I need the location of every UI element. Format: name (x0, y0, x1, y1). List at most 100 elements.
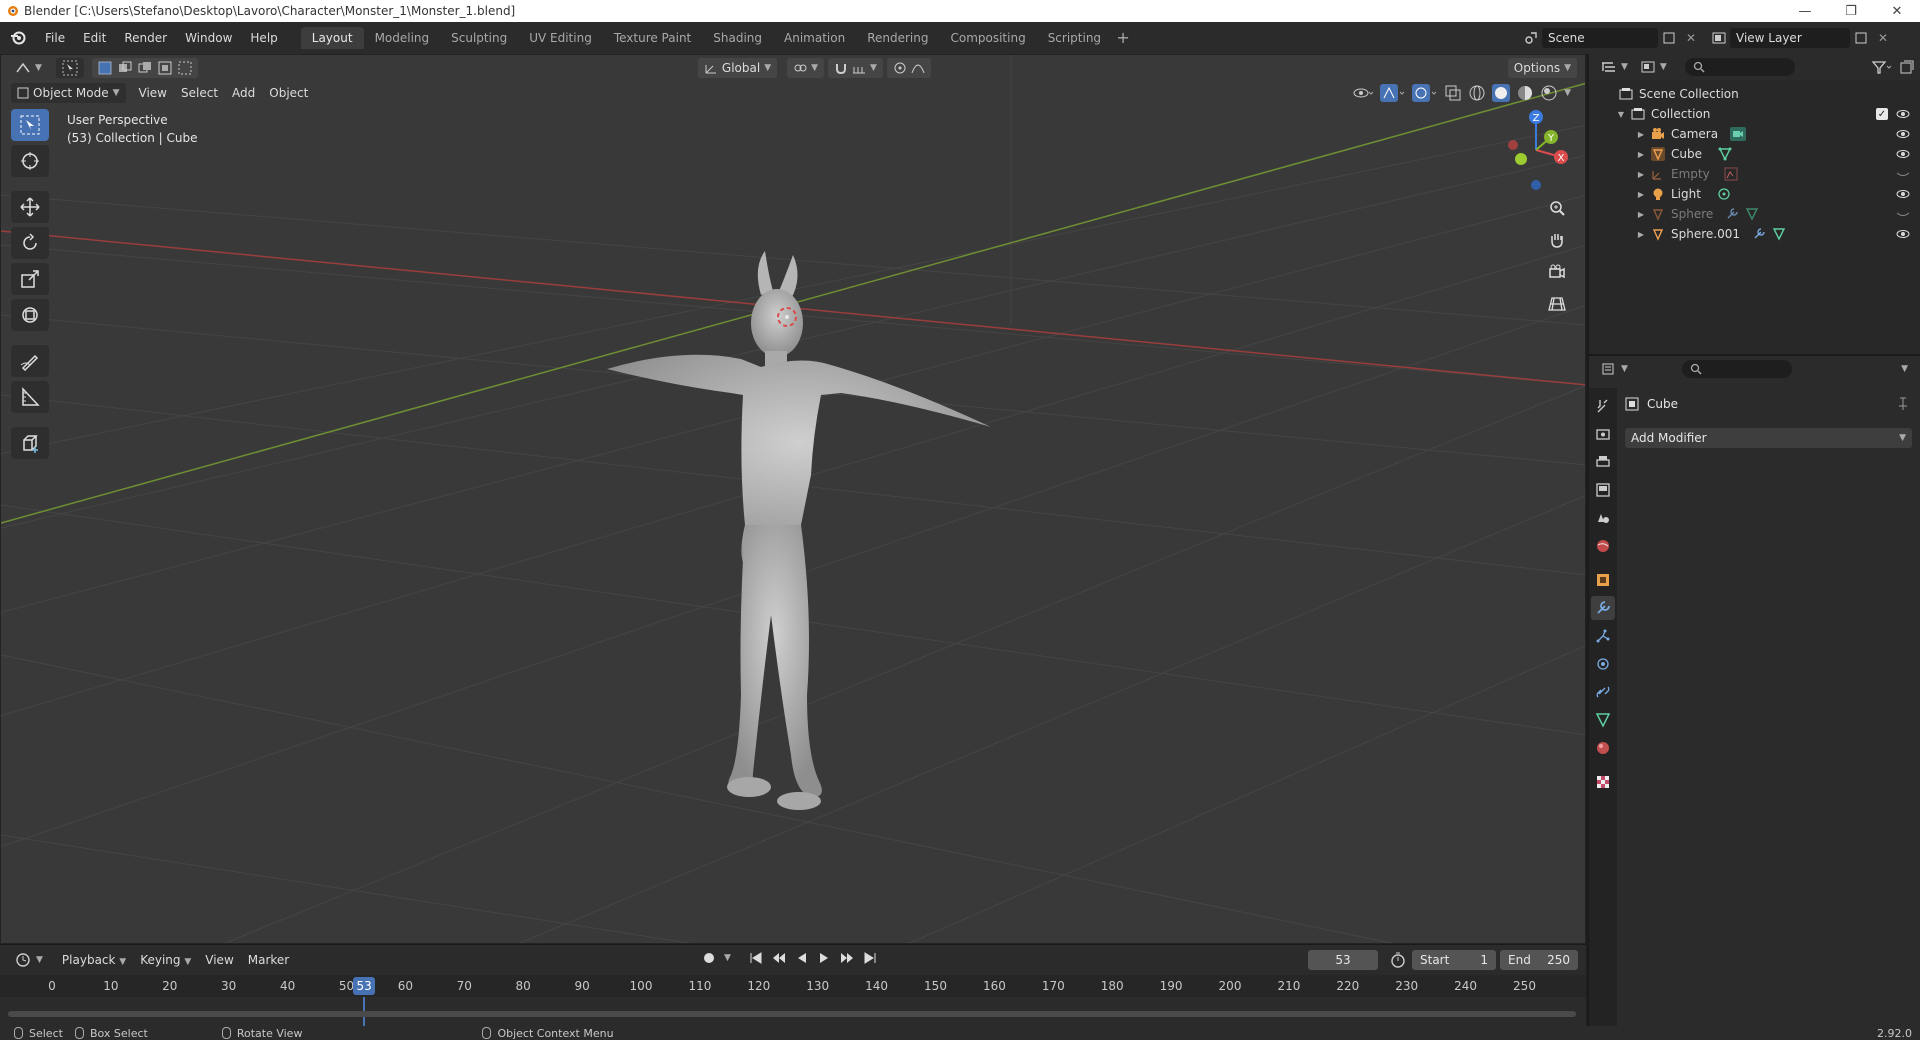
eye-hidden-icon[interactable] (1896, 207, 1910, 221)
menu-edit[interactable]: Edit (74, 27, 115, 49)
shading-options-icon[interactable]: ▼ (1564, 88, 1571, 98)
perspective-toggle-button[interactable] (1543, 291, 1571, 317)
tab-scene[interactable] (1591, 506, 1615, 530)
scene-icon[interactable] (1520, 28, 1542, 48)
add-modifier-dropdown[interactable]: Add Modifier ▼ (1625, 428, 1912, 448)
tab-compositing[interactable]: Compositing (939, 27, 1036, 49)
outliner-search-input[interactable] (1684, 58, 1795, 76)
tab-animation[interactable]: Animation (773, 27, 856, 49)
intersect-selection-icon[interactable] (178, 61, 192, 75)
object-mode-dropdown[interactable]: Object Mode ▼ (11, 83, 126, 103)
play-icon[interactable] (817, 951, 831, 965)
3d-viewport[interactable]: ▼ Global ▼ ▼ ▼ Options ▼ Object Mode ▼ V… (0, 54, 1586, 944)
extend-selection-icon[interactable] (118, 61, 132, 75)
marker-menu[interactable]: Marker (241, 950, 296, 970)
outliner-item-cube[interactable]: ▶ Cube (1589, 144, 1920, 164)
end-frame-field[interactable]: End 250 (1500, 950, 1578, 970)
menu-render[interactable]: Render (115, 27, 176, 49)
new-scene-icon[interactable] (1658, 28, 1680, 48)
transform-orientation-dropdown[interactable]: Global ▼ (697, 58, 778, 78)
pin-icon[interactable] (1896, 397, 1910, 411)
record-keyframe-icon[interactable] (702, 951, 716, 965)
modifier-wrench-icon[interactable] (1752, 227, 1766, 241)
tab-material[interactable] (1591, 736, 1615, 760)
tab-constraints[interactable] (1591, 680, 1615, 704)
jump-start-icon[interactable] (749, 951, 763, 965)
filter-icon[interactable] (1872, 60, 1894, 74)
play-reverse-icon[interactable] (795, 951, 809, 965)
tab-tool[interactable] (1591, 394, 1615, 418)
menu-window[interactable]: Window (176, 27, 241, 49)
tab-particles[interactable] (1591, 624, 1615, 648)
close-button[interactable]: ✕ (1874, 0, 1920, 22)
jump-next-keyframe-icon[interactable] (839, 951, 855, 965)
view-layer-icon[interactable] (1708, 28, 1730, 48)
mesh-data-icon[interactable] (1745, 207, 1759, 221)
camera-view-button[interactable] (1543, 259, 1571, 285)
snap-toggle[interactable]: ▼ (828, 58, 883, 78)
invert-selection-icon[interactable] (158, 61, 172, 75)
overlays-toggle-icon[interactable] (1412, 84, 1438, 102)
scene-name-field[interactable]: Scene (1542, 28, 1658, 48)
current-frame-indicator[interactable]: 53 (353, 977, 376, 995)
record-options-icon[interactable]: ▼ (724, 953, 731, 963)
editor-type-button[interactable]: ▼ (9, 58, 48, 78)
tab-shading[interactable]: Shading (702, 27, 773, 49)
subtract-selection-icon[interactable] (138, 61, 152, 75)
outliner-item-light[interactable]: ▶ Light (1589, 184, 1920, 204)
measure-tool[interactable] (11, 381, 49, 413)
jump-end-icon[interactable] (863, 951, 877, 965)
pivot-point-dropdown[interactable]: ▼ (787, 58, 825, 78)
visibility-eye-icon[interactable] (1352, 85, 1374, 101)
navigation-gizmo[interactable]: Z X Y (1501, 105, 1571, 205)
tab-layout[interactable]: Layout (300, 27, 364, 49)
light-data-icon[interactable] (1717, 187, 1731, 201)
collapse-arrow-icon[interactable]: ▼ (1615, 110, 1627, 119)
add-workspace-button[interactable]: + (1112, 27, 1134, 49)
eye-icon[interactable] (1896, 187, 1910, 201)
move-tool[interactable] (11, 191, 49, 223)
tab-object[interactable] (1591, 568, 1615, 592)
modifier-wrench-icon[interactable] (1725, 207, 1739, 221)
properties-options-icon[interactable]: ▼ (1901, 364, 1908, 374)
outliner-editor-type-button[interactable]: ▼ (1595, 57, 1634, 77)
current-frame-field[interactable]: 53 (1308, 950, 1378, 970)
camera-data-icon[interactable] (1730, 127, 1747, 141)
empty-data-icon[interactable] (1724, 167, 1738, 181)
expand-arrow-icon[interactable]: ▶ (1635, 230, 1647, 239)
viewport-menu-add[interactable]: Add (225, 83, 262, 103)
tab-render[interactable] (1591, 422, 1615, 446)
mesh-data-icon[interactable] (1772, 227, 1786, 241)
tab-scripting[interactable]: Scripting (1037, 27, 1112, 49)
timeline-ruler[interactable]: 0 10 20 30 40 50 60 70 80 90 100 110 120 130 140 150 160… (0, 975, 1586, 1027)
start-frame-field[interactable]: Start 1 (1412, 950, 1496, 970)
minimize-button[interactable]: — (1782, 0, 1828, 22)
outliner-scene-collection[interactable]: Scene Collection (1589, 84, 1920, 104)
expand-arrow-icon[interactable]: ▶ (1635, 170, 1647, 179)
expand-arrow-icon[interactable]: ▶ (1635, 130, 1647, 139)
tab-modifiers[interactable] (1591, 596, 1615, 620)
annotate-tool[interactable] (11, 345, 49, 377)
proportional-edit-toggle[interactable] (886, 58, 931, 78)
new-selection-icon[interactable] (98, 61, 112, 75)
gizmo-toggle-icon[interactable] (1380, 84, 1406, 102)
tab-modeling[interactable]: Modeling (364, 27, 441, 49)
expand-arrow-icon[interactable]: ▶ (1635, 190, 1647, 199)
tab-world[interactable] (1591, 534, 1615, 558)
tab-sculpting[interactable]: Sculpting (440, 27, 518, 49)
view-layer-field[interactable]: View Layer (1730, 28, 1850, 48)
tab-uv-editing[interactable]: UV Editing (518, 27, 603, 49)
eye-hidden-icon[interactable] (1896, 167, 1910, 181)
tab-texture-paint[interactable]: Texture Paint (603, 27, 702, 49)
eye-icon[interactable] (1896, 107, 1910, 121)
outliner-item-sphere[interactable]: ▶ Sphere (1589, 204, 1920, 224)
material-shading-icon[interactable] (1516, 84, 1534, 102)
timeline-scrollbar[interactable] (8, 1011, 1576, 1017)
solid-shading-icon[interactable] (1492, 84, 1511, 102)
select-box-tool[interactable] (11, 109, 49, 141)
new-collection-icon[interactable] (1900, 60, 1914, 74)
select-mode-button[interactable] (55, 58, 84, 78)
blender-menu-icon[interactable] (8, 28, 28, 48)
properties-editor-type-button[interactable]: ▼ (1595, 359, 1634, 379)
timeline-view-menu[interactable]: View (198, 950, 240, 970)
